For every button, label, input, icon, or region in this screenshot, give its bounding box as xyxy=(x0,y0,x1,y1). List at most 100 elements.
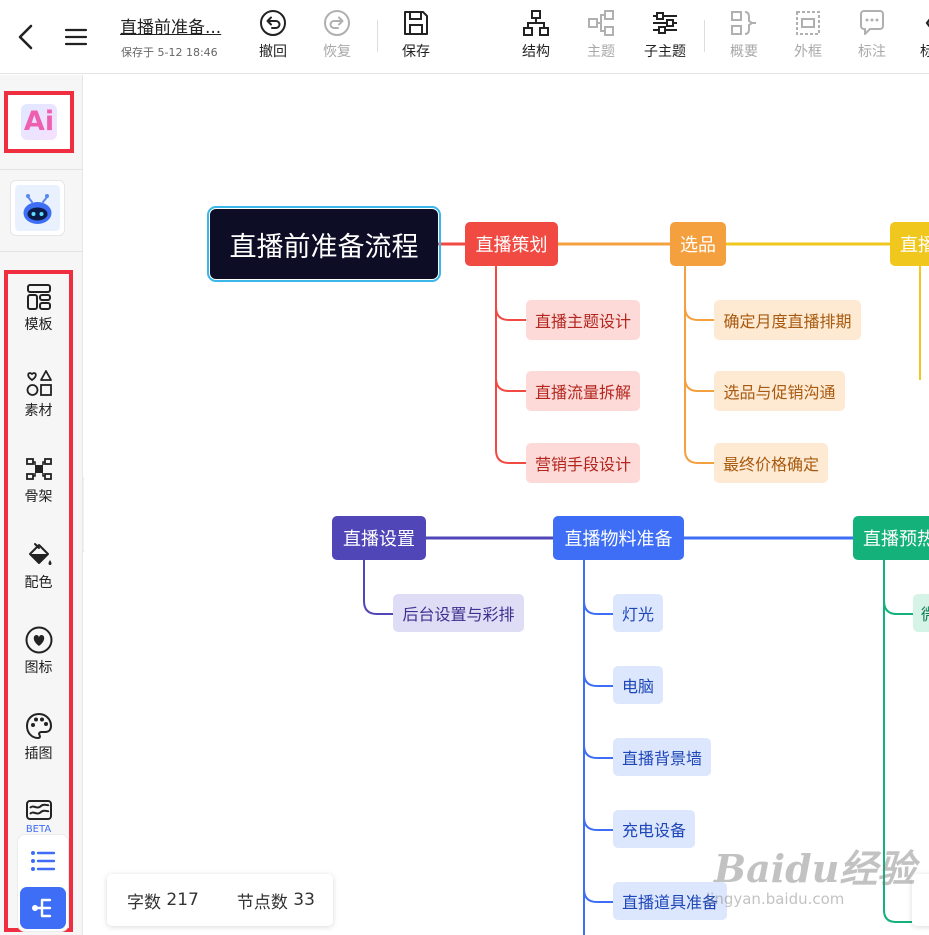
ai-assistant-button[interactable]: Ai xyxy=(4,91,74,153)
connector-line xyxy=(495,266,526,464)
template-icon xyxy=(26,284,51,310)
chevron-left-icon xyxy=(18,24,33,50)
structure-button[interactable]: 结构 xyxy=(508,6,564,66)
paint-bucket-icon xyxy=(28,543,51,565)
robot-assistant-button[interactable] xyxy=(10,180,65,236)
mindmap-branch-node[interactable]: 选品 xyxy=(670,222,726,266)
undo-icon xyxy=(260,10,286,36)
back-button[interactable] xyxy=(12,22,40,52)
right-panel-edge[interactable] xyxy=(912,874,929,926)
connector-line xyxy=(583,560,613,935)
sidebar-item-template[interactable]: 模板 xyxy=(8,276,69,346)
tag-button[interactable]: 标 xyxy=(908,6,929,66)
save-button[interactable]: 保存 xyxy=(388,6,444,66)
summary-button[interactable]: 概要 xyxy=(716,6,772,66)
mindmap-view-button[interactable] xyxy=(20,887,66,929)
callout-button[interactable]: 标注 xyxy=(844,6,900,66)
mindmap-icon xyxy=(32,898,52,918)
mindmap-connectors xyxy=(363,242,921,935)
mindmap-branch-node[interactable]: 直播 xyxy=(890,222,929,266)
node-count-label: 节点数 xyxy=(236,892,288,913)
frame-label: 外框 xyxy=(794,44,822,60)
save-status: 保存于 5-12 18:46 xyxy=(121,46,218,59)
sidebar-divider xyxy=(0,169,82,170)
redo-button[interactable]: 恢复 xyxy=(309,6,365,66)
structure-label: 结构 xyxy=(522,44,550,60)
image-icon xyxy=(25,800,52,820)
subtopic-icon xyxy=(653,12,677,34)
mindmap-root-node[interactable]: 直播前准备流程 xyxy=(207,206,441,282)
mindmap-subtopic-node[interactable]: 营销手段设计 xyxy=(526,443,640,483)
mindmap-canvas[interactable]: 直播前准备流程 直播策划 直播主题设计 直播流量拆解 营销手段设计 选品 确定月… xyxy=(84,75,929,935)
summary-label: 概要 xyxy=(730,44,758,60)
sidebar-item-label: 素材 xyxy=(24,403,53,419)
toolbar-divider xyxy=(377,20,378,52)
ai-logo-icon: Ai xyxy=(21,104,57,140)
mindmap-subtopic-node[interactable]: 直播背景墙 xyxy=(613,738,711,776)
word-count-label: 字数 xyxy=(127,892,161,913)
view-switcher xyxy=(17,834,69,932)
sidebar-item-illustration[interactable]: 插图 xyxy=(8,705,69,775)
mindmap-branch-node[interactable]: 直播设置 xyxy=(332,516,426,560)
structure-icon xyxy=(523,10,549,36)
palette-icon xyxy=(25,712,52,740)
connector-line xyxy=(883,560,913,923)
node-count-value: 33 xyxy=(293,890,315,910)
redo-icon xyxy=(324,10,350,36)
heart-icon xyxy=(25,626,52,654)
toolbar-divider xyxy=(704,20,705,52)
callout-icon xyxy=(860,10,884,35)
mindmap-branch-node[interactable]: 直播物料准备 xyxy=(553,516,684,560)
ai-label: Ai xyxy=(23,106,55,137)
topic-label: 主题 xyxy=(587,44,615,60)
list-icon xyxy=(31,851,56,871)
sidebar-divider xyxy=(0,251,82,252)
mindmap-subtopic-node[interactable]: 后台设置与彩排 xyxy=(393,594,524,632)
sidebar-item-image[interactable] xyxy=(8,789,69,829)
mindmap-subtopic-node[interactable]: 选品与促销沟通 xyxy=(714,371,845,411)
frame-icon xyxy=(796,11,820,35)
undo-button[interactable]: 撤回 xyxy=(245,6,301,66)
robot-icon xyxy=(15,185,60,231)
mindmap-subtopic-node[interactable]: 直播主题设计 xyxy=(526,300,640,340)
mindmap-subtopic-node[interactable]: 微 xyxy=(913,594,929,632)
sidebar-item-skeleton[interactable]: 骨架 xyxy=(8,448,69,518)
mindmap-subtopic-node[interactable]: 最终价格确定 xyxy=(714,443,828,483)
mindmap-subtopic-node[interactable]: 直播流量拆解 xyxy=(526,371,640,411)
subtopic-button[interactable]: 子主题 xyxy=(637,6,693,66)
document-title[interactable]: 直播前准备... xyxy=(120,13,221,38)
save-icon xyxy=(404,11,428,35)
sidebar-item-material[interactable]: 素材 xyxy=(8,362,69,432)
frame-button[interactable]: 外框 xyxy=(780,6,836,66)
mindmap-subtopic-node[interactable]: 确定月度直播排期 xyxy=(714,300,861,340)
material-icon xyxy=(26,370,52,396)
mindmap-subtopic-node[interactable]: 电脑 xyxy=(613,666,663,704)
callout-label: 标注 xyxy=(858,44,886,60)
sidebar-item-icon[interactable]: 图标 xyxy=(8,619,69,689)
connector-line xyxy=(363,560,393,615)
mindmap-subtopic-node[interactable]: 充电设备 xyxy=(613,810,695,848)
mindmap-branch-node[interactable]: 直播策划 xyxy=(465,222,558,266)
tag-icon xyxy=(925,18,929,28)
undo-label: 撤回 xyxy=(259,44,287,60)
sidebar-item-label: 插图 xyxy=(24,746,53,762)
word-count-value: 217 xyxy=(166,890,199,910)
mindmap-branch-node[interactable]: 直播预热 xyxy=(853,516,929,560)
tag-label: 标 xyxy=(920,44,929,60)
mindmap-subtopic-node[interactable]: 直播道具准备 xyxy=(613,882,727,920)
topic-icon xyxy=(588,10,614,36)
topic-button[interactable]: 主题 xyxy=(573,6,629,66)
sidebar-tools-panel: 模板 素材 骨架 配色 图标 插图 BETA xyxy=(4,270,73,932)
menu-button[interactable] xyxy=(62,24,90,50)
sidebar-item-label: 模板 xyxy=(24,317,53,333)
outline-view-button[interactable] xyxy=(20,843,66,879)
redo-label: 恢复 xyxy=(323,44,351,60)
subtopic-label: 子主题 xyxy=(644,44,686,60)
mindmap-subtopic-node[interactable]: 灯光 xyxy=(613,594,663,632)
sidebar-item-color[interactable]: 配色 xyxy=(8,534,69,604)
document-stats: 字数 217 节点数 33 xyxy=(107,874,333,926)
sidebar-item-label: 骨架 xyxy=(24,489,53,505)
sidebar-item-label: 图标 xyxy=(24,660,53,676)
summary-icon xyxy=(731,11,756,35)
save-label: 保存 xyxy=(402,44,430,60)
